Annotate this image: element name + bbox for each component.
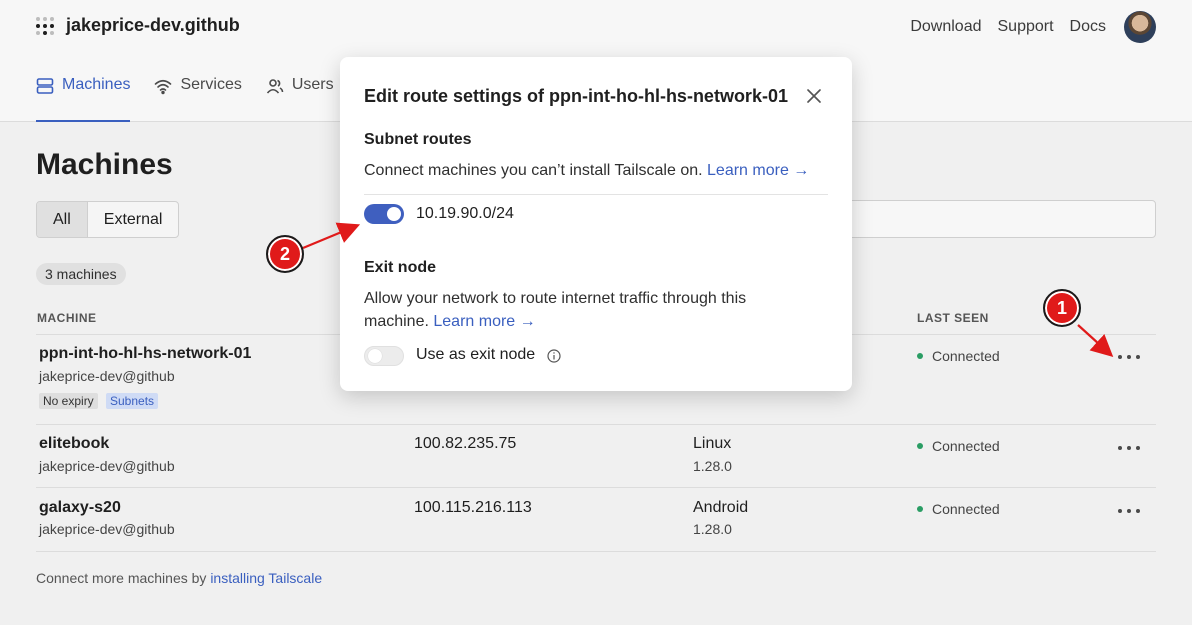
column-header-machine: MACHINE	[37, 311, 97, 325]
machine-menu-button[interactable]	[1118, 352, 1140, 362]
machine-version: 1.28.0	[693, 521, 732, 537]
footer-text: Connect more machines by	[36, 570, 211, 586]
toggle-knob	[368, 349, 382, 363]
subnet-desc-text: Connect machines you can’t install Tails…	[364, 162, 703, 179]
download-link[interactable]: Download	[910, 18, 981, 36]
tab-label: Machines	[62, 76, 131, 93]
search-input[interactable]	[830, 200, 1156, 238]
filter-segmented-control: All External	[36, 201, 180, 238]
tab-label: Services	[180, 76, 242, 93]
avatar[interactable]	[1124, 11, 1156, 43]
machine-version: 1.28.0	[693, 458, 732, 474]
status-badge: Connected	[917, 438, 1000, 454]
dialog-title: Edit route settings of ppn-int-ho-hl-hs-…	[364, 86, 788, 106]
exit-node-heading: Exit node	[364, 259, 437, 276]
no-expiry-badge: No expiry	[39, 393, 98, 409]
status-text: Connected	[932, 438, 1000, 454]
tailscale-logo-icon	[36, 16, 54, 35]
tab-users[interactable]: Users	[266, 76, 334, 122]
machine-os: Linux	[693, 435, 732, 452]
exit-desc-line1: Allow your network to route internet tra…	[364, 290, 747, 307]
machine-name[interactable]: ppn-int-ho-hl-hs-network-01	[39, 345, 251, 363]
annotation-marker-1: 1	[1043, 289, 1081, 327]
server-icon	[36, 78, 54, 94]
page-title: Machines	[36, 148, 173, 181]
status-text: Connected	[932, 348, 1000, 364]
tab-machines[interactable]: Machines	[36, 76, 131, 122]
exit-node-description: Allow your network to route internet tra…	[364, 287, 746, 333]
status-text: Connected	[932, 501, 1000, 517]
route-settings-dialog: Edit route settings of ppn-int-ho-hl-hs-…	[340, 57, 852, 391]
machine-address: 100.82.235.75	[414, 435, 517, 452]
org-name: jakeprice-dev.github	[66, 15, 240, 35]
machine-menu-button[interactable]	[1118, 506, 1140, 516]
install-tailscale-link[interactable]: installing Tailscale	[210, 570, 322, 586]
annotation-marker-2: 2	[266, 235, 304, 273]
column-header-last-seen: LAST SEEN	[917, 311, 989, 325]
subnets-badge: Subnets	[106, 393, 159, 409]
subnet-learn-more-link[interactable]: Learn more →	[707, 162, 809, 179]
table-divider	[36, 424, 1156, 425]
machine-os: Android	[693, 499, 749, 516]
subnet-routes-description: Connect machines you can’t install Tails…	[364, 159, 809, 182]
exit-desc-line2: machine.	[364, 313, 429, 330]
docs-link[interactable]: Docs	[1070, 18, 1106, 36]
brand[interactable]: jakeprice-dev.github	[36, 15, 240, 36]
tab-services[interactable]: Services	[154, 76, 242, 122]
machine-menu-button[interactable]	[1118, 443, 1140, 453]
close-icon[interactable]	[804, 86, 824, 106]
exit-node-toggle[interactable]	[364, 346, 404, 366]
arrow-1	[1077, 324, 1114, 357]
machine-name[interactable]: galaxy-s20	[39, 499, 121, 517]
footer-note: Connect more machines by installing Tail…	[36, 570, 322, 586]
toggle-knob	[387, 207, 401, 221]
machine-name[interactable]: elitebook	[39, 435, 109, 453]
exit-node-label: Use as exit node	[416, 346, 536, 363]
dialog-divider	[364, 194, 828, 195]
users-icon	[266, 79, 284, 94]
connected-dot-icon	[917, 443, 923, 449]
connected-dot-icon	[917, 506, 923, 512]
filter-external[interactable]: External	[88, 202, 179, 237]
machine-count-badge: 3 machines	[36, 263, 126, 285]
subnet-routes-heading: Subnet routes	[364, 131, 472, 148]
top-links: Download Support Docs	[910, 11, 1156, 43]
info-icon[interactable]	[547, 349, 561, 363]
machine-owner: jakeprice-dev@github	[39, 521, 175, 537]
connected-dot-icon	[917, 353, 923, 359]
support-link[interactable]: Support	[998, 18, 1054, 36]
table-divider	[36, 487, 1156, 488]
subnet-route-label: 10.19.90.0/24	[416, 205, 514, 222]
filter-all[interactable]: All	[37, 202, 88, 237]
machine-address: 100.115.216.113	[414, 499, 532, 516]
tab-label: Users	[291, 76, 334, 93]
exit-learn-more-link[interactable]: Learn more →	[433, 313, 535, 330]
status-badge: Connected	[917, 501, 1000, 517]
nav-tabs: Machines Services Users	[36, 76, 334, 122]
status-badge: Connected	[917, 348, 1000, 364]
subnet-route-toggle[interactable]	[364, 204, 404, 224]
machine-owner: jakeprice-dev@github	[39, 458, 175, 474]
table-divider	[36, 551, 1156, 552]
machine-owner: jakeprice-dev@github	[39, 368, 175, 384]
wifi-icon	[155, 79, 172, 95]
